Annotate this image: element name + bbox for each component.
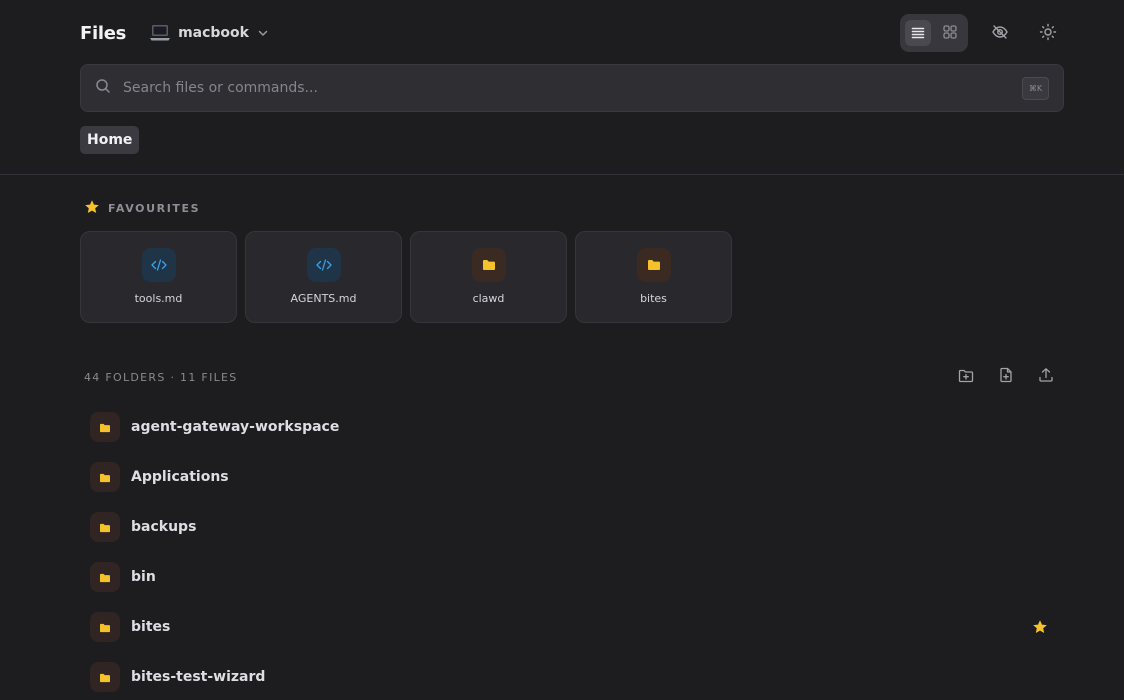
search-shortcut: ⌘K	[1022, 76, 1049, 100]
new-folder-button[interactable]	[956, 368, 976, 386]
favourites-header: FAVOURITES	[84, 199, 200, 218]
upload-icon	[1038, 367, 1054, 387]
file-list: agent-gateway-workspace Applications bac…	[80, 402, 1064, 700]
upload-button[interactable]	[1036, 368, 1056, 386]
star-icon	[84, 199, 100, 218]
search-input[interactable]	[123, 80, 1022, 96]
folder-icon	[482, 256, 496, 275]
view-mode-toggle	[900, 14, 968, 52]
list-item[interactable]: Applications	[80, 452, 1064, 502]
favourites-label: FAVOURITES	[108, 202, 201, 215]
search-bar: ⌘K	[80, 64, 1064, 112]
item-name: backups	[131, 519, 197, 535]
item-name: bites	[131, 619, 171, 635]
folder-icon	[99, 668, 111, 687]
favourite-name: bites	[640, 292, 667, 305]
device-selector[interactable]: macbook	[150, 24, 269, 42]
list-actions	[956, 367, 1056, 387]
list-item[interactable]: agent-gateway-workspace	[80, 402, 1064, 452]
folder-icon	[99, 618, 111, 637]
item-name: Applications	[131, 469, 229, 485]
favourite-item[interactable]: tools.md	[80, 231, 237, 323]
device-name: macbook	[178, 25, 249, 41]
folder-badge	[90, 512, 120, 542]
code-icon	[150, 256, 167, 275]
folder-badge	[471, 248, 506, 282]
folder-icon	[647, 256, 661, 275]
new-file-button[interactable]	[996, 367, 1016, 387]
folder-plus-icon	[958, 368, 974, 387]
theme-toggle-button[interactable]	[1038, 23, 1058, 45]
list-item[interactable]: backups	[80, 502, 1064, 552]
folder-icon	[99, 568, 111, 587]
folder-badge	[90, 662, 120, 692]
folder-badge	[90, 612, 120, 642]
favourites-grid: tools.md AGENTS.md clawd bites	[80, 231, 732, 323]
favourite-item[interactable]: clawd	[410, 231, 567, 323]
folder-icon	[99, 418, 111, 437]
laptop-icon	[150, 24, 171, 42]
grid-view-button[interactable]	[937, 20, 963, 46]
item-name: agent-gateway-workspace	[131, 419, 340, 435]
list-item[interactable]: bites	[80, 602, 1064, 652]
folder-badge	[90, 462, 120, 492]
list-item[interactable]: bites-test-wizard	[80, 652, 1064, 700]
item-name: bin	[131, 569, 156, 585]
folder-badge	[90, 412, 120, 442]
list-view-icon	[911, 24, 925, 43]
chevron-down-icon	[257, 27, 269, 39]
sun-icon	[1039, 23, 1057, 45]
item-name: bites-test-wizard	[131, 669, 266, 685]
list-item[interactable]: bin	[80, 552, 1064, 602]
folder-icon	[99, 518, 111, 537]
breadcrumb-home[interactable]: Home	[80, 126, 140, 154]
favourite-name: clawd	[472, 292, 505, 305]
divider	[0, 174, 1124, 175]
file-plus-icon	[999, 367, 1013, 387]
favourite-star-icon[interactable]	[1032, 619, 1048, 635]
search-icon	[95, 78, 111, 98]
code-file-badge	[306, 248, 341, 282]
favourite-name: AGENTS.md	[290, 292, 357, 305]
files-app: Files macbook Search files or commands..…	[0, 0, 1124, 700]
favourite-item[interactable]: bites	[575, 231, 732, 323]
header: Files macbook	[80, 14, 968, 52]
code-icon	[315, 256, 332, 275]
folder-file-count: 44 FOLDERS · 11 FILES	[84, 371, 238, 384]
folder-badge	[90, 562, 120, 592]
code-file-badge	[141, 248, 176, 282]
grid-view-icon	[943, 24, 957, 43]
list-view-button[interactable]	[905, 20, 931, 46]
toggle-hidden-files-button[interactable]	[990, 24, 1010, 44]
favourite-item[interactable]: AGENTS.md	[245, 231, 402, 323]
folder-icon	[99, 468, 111, 487]
app-title: Files	[80, 22, 127, 44]
favourite-name: tools.md	[134, 292, 183, 305]
eye-off-icon	[991, 23, 1009, 45]
folder-badge	[636, 248, 671, 282]
